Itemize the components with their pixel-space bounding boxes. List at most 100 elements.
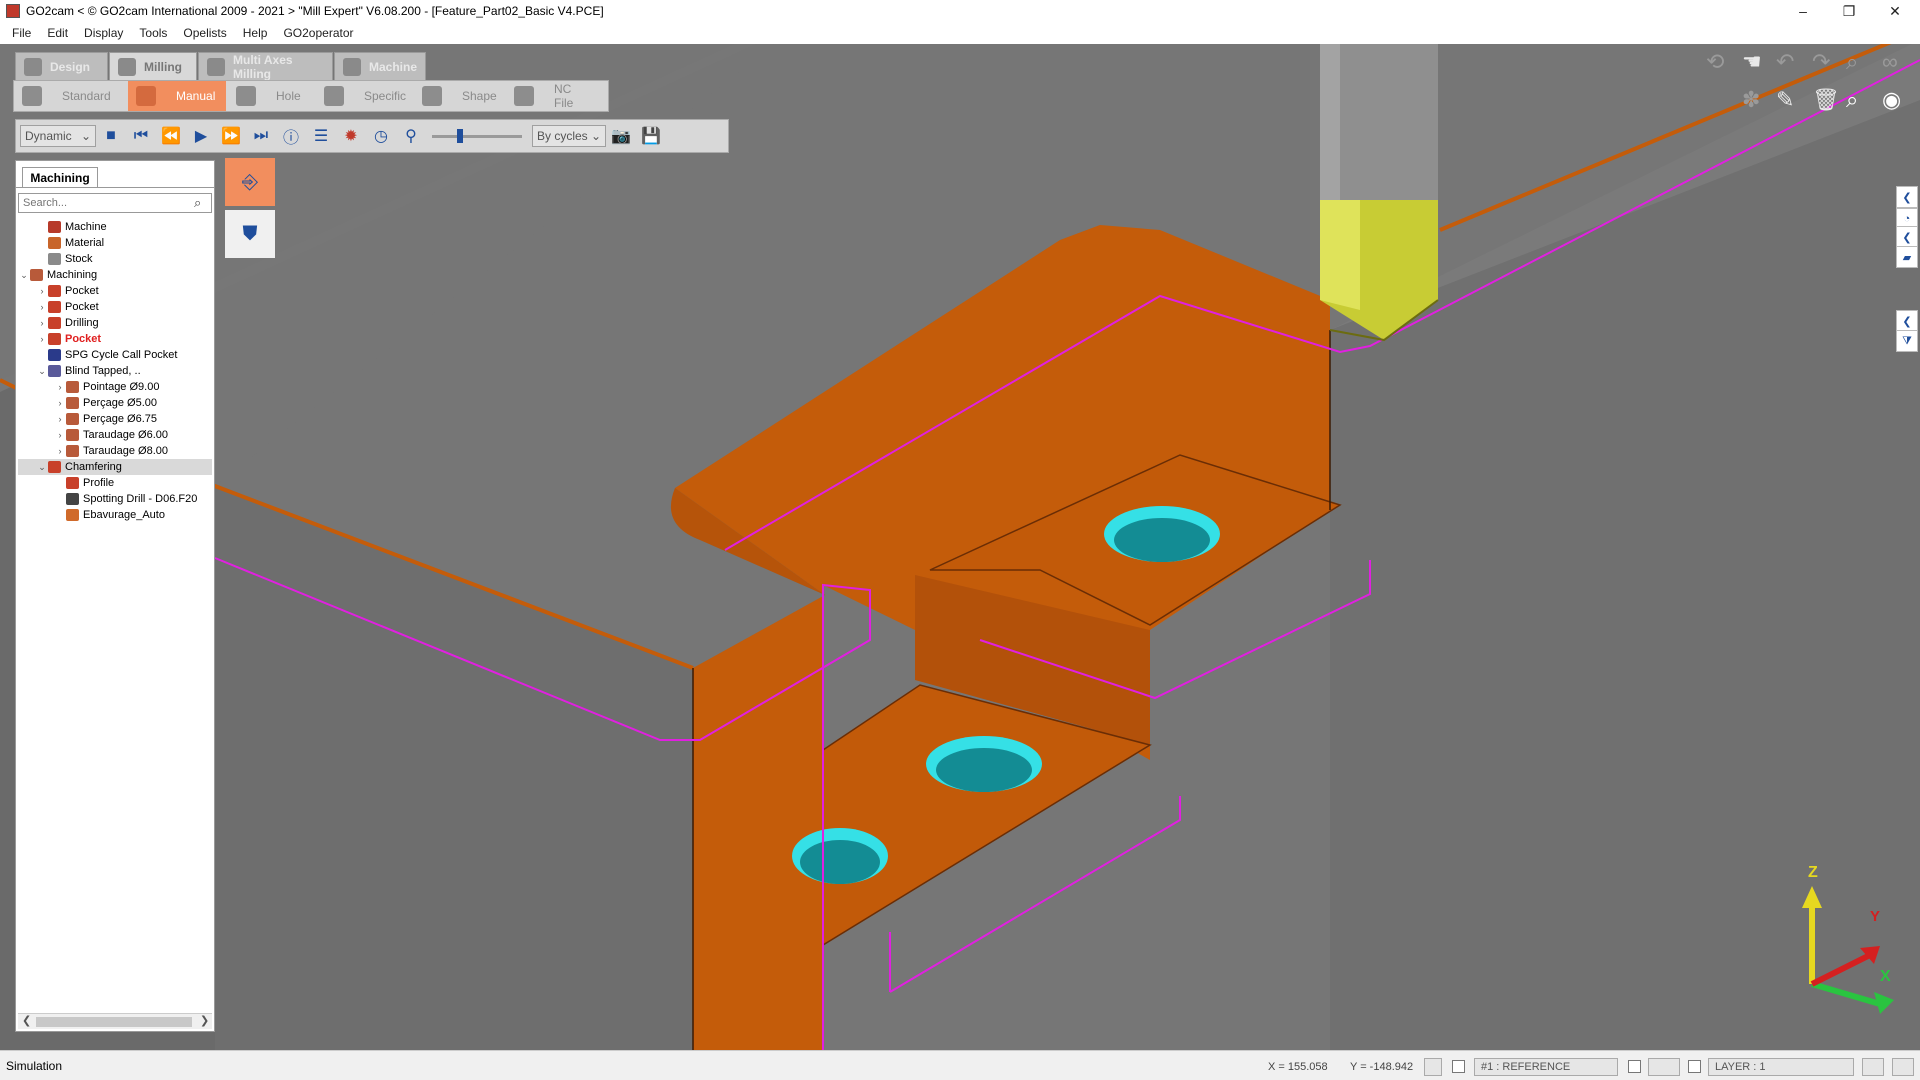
collapse-arrow-icon[interactable]: ❮ bbox=[1896, 186, 1918, 208]
glasses-icon[interactable]: ∞ bbox=[1882, 49, 1898, 75]
help-icon[interactable] bbox=[1892, 1058, 1914, 1076]
tree-item[interactable]: › Drilling bbox=[18, 315, 212, 331]
info-icon[interactable]: ⓘ bbox=[278, 123, 304, 149]
menu-help[interactable]: Help bbox=[235, 26, 276, 40]
tree-item[interactable]: Spotting Drill - D06.F20 bbox=[18, 491, 212, 507]
tab-multi-axes-milling[interactable]: Multi Axes Milling bbox=[198, 52, 333, 81]
chevron-down-icon[interactable]: ⌄ bbox=[36, 462, 48, 473]
display-mode-icon[interactable]: ✽ bbox=[1742, 87, 1760, 113]
mode-select[interactable]: Dynamic ⌄ bbox=[20, 125, 96, 147]
menu-opelists[interactable]: Opelists bbox=[175, 26, 234, 40]
subtab-specific[interactable]: Specific bbox=[316, 81, 412, 111]
trash-icon[interactable]: 🗑 bbox=[1812, 87, 1840, 113]
simulation-mode-button[interactable]: ⎆ bbox=[225, 158, 275, 206]
fast-forward-icon[interactable]: ⏩ bbox=[218, 123, 244, 149]
tab-milling[interactable]: Milling bbox=[109, 52, 197, 80]
stock-view-icon[interactable]: ▰ bbox=[1896, 246, 1918, 268]
tree-item[interactable]: Machine bbox=[18, 219, 212, 235]
tab-machining[interactable]: Machining bbox=[22, 167, 98, 187]
scroll-right-icon[interactable]: ❯ bbox=[200, 1014, 209, 1027]
horizontal-scrollbar[interactable]: ❮ ❯ bbox=[18, 1013, 212, 1029]
subtab-manual[interactable]: Manual bbox=[128, 81, 226, 111]
stop-icon[interactable]: ■ bbox=[98, 123, 124, 149]
grid-icon[interactable] bbox=[1424, 1058, 1442, 1076]
tab-design[interactable]: Design bbox=[15, 52, 108, 80]
speed-slider-thumb[interactable] bbox=[457, 129, 464, 143]
menu-tools[interactable]: Tools bbox=[131, 26, 175, 40]
tree-item[interactable]: Profile bbox=[18, 475, 212, 491]
zoom-icon[interactable]: ⌕ bbox=[1846, 49, 1858, 75]
tree-item[interactable]: › Perçage Ø5.00 bbox=[18, 395, 212, 411]
tree-item[interactable]: Material bbox=[18, 235, 212, 251]
reference-select[interactable]: #1 : REFERENCE bbox=[1474, 1058, 1618, 1076]
chevron-right-icon[interactable]: › bbox=[36, 318, 48, 328]
play-icon[interactable]: ▶ bbox=[188, 123, 214, 149]
tree-item[interactable]: › Perçage Ø6.75 bbox=[18, 411, 212, 427]
eye-icon[interactable]: ◉ bbox=[1882, 87, 1901, 113]
subtab-shape[interactable]: Shape bbox=[414, 81, 504, 111]
first-icon[interactable]: ⏮ bbox=[128, 123, 154, 149]
tree-item[interactable]: › Pocket bbox=[18, 299, 212, 315]
chevron-right-icon[interactable]: › bbox=[36, 334, 48, 344]
last-icon[interactable]: ⏭ bbox=[248, 123, 274, 149]
measure-icon[interactable]: ⚲ bbox=[398, 123, 424, 149]
grid-checkbox[interactable] bbox=[1452, 1060, 1465, 1073]
color-select[interactable] bbox=[1648, 1058, 1680, 1076]
tree-item[interactable]: › Pointage Ø9.00 bbox=[18, 379, 212, 395]
filter-icon[interactable]: ⧩ bbox=[1896, 330, 1918, 352]
restore-button[interactable]: ❐ bbox=[1826, 0, 1872, 22]
tree-item[interactable]: › Pocket bbox=[18, 283, 212, 299]
tool-collision-icon[interactable]: ✹ bbox=[338, 123, 364, 149]
layer-select[interactable]: LAYER : 1 bbox=[1708, 1058, 1854, 1076]
undo-view-icon[interactable]: ↶ bbox=[1776, 49, 1794, 75]
collapse-arrow-icon[interactable]: ❮ bbox=[1896, 226, 1918, 248]
subtab-nc-file[interactable]: NC File bbox=[506, 81, 606, 111]
search-icon[interactable]: ⌕ bbox=[194, 195, 201, 211]
tree-item[interactable]: ⌄ Machining bbox=[18, 267, 212, 283]
tree-item[interactable]: SPG Cycle Call Pocket bbox=[18, 347, 212, 363]
3d-viewport[interactable]: Z Y X ⟲ ☚ ↶ ↷ ⌕ ∞ ✽ ✎ 🗑 ⌕ ◉ ❮ ◔ ❮ ▰ ❮ ⧩ bbox=[0, 44, 1920, 1050]
chevron-right-icon[interactable]: › bbox=[36, 286, 48, 296]
eraser-icon[interactable]: ✎ bbox=[1776, 87, 1794, 113]
subtab-hole[interactable]: Hole bbox=[228, 81, 314, 111]
subtab-standard[interactable]: Standard bbox=[14, 81, 126, 111]
scrollbar-thumb[interactable] bbox=[36, 1017, 192, 1027]
pan-icon[interactable]: ☚ bbox=[1742, 49, 1762, 75]
rewind-icon[interactable]: ⏪ bbox=[158, 123, 184, 149]
save-icon[interactable]: 💾 bbox=[638, 123, 664, 149]
rotate-icon[interactable]: ⟲ bbox=[1706, 49, 1724, 75]
menu-go2operator[interactable]: GO2operator bbox=[275, 26, 361, 40]
search-input[interactable] bbox=[18, 193, 212, 213]
menu-edit[interactable]: Edit bbox=[39, 26, 76, 40]
collapse-arrow-icon[interactable]: ❮ bbox=[1896, 310, 1918, 332]
operation-button[interactable]: ⛊ bbox=[225, 210, 275, 258]
chevron-right-icon[interactable]: › bbox=[36, 302, 48, 312]
minimize-button[interactable]: – bbox=[1780, 0, 1826, 22]
cycle-select[interactable]: By cycles ⌄ bbox=[532, 125, 606, 147]
clock-icon[interactable]: ◷ bbox=[368, 123, 394, 149]
tab-machine[interactable]: Machine bbox=[334, 52, 426, 80]
redo-view-icon[interactable]: ↷ bbox=[1812, 49, 1830, 75]
chevron-down-icon[interactable]: ⌄ bbox=[36, 366, 48, 377]
camera-icon[interactable]: 📷 bbox=[608, 123, 634, 149]
chevron-right-icon[interactable]: › bbox=[54, 398, 66, 408]
menu-display[interactable]: Display bbox=[76, 26, 131, 40]
color-checkbox[interactable] bbox=[1688, 1060, 1701, 1073]
chevron-down-icon[interactable]: ⌄ bbox=[18, 270, 30, 281]
reference-checkbox[interactable] bbox=[1628, 1060, 1641, 1073]
tree-item[interactable]: › Pocket bbox=[18, 331, 212, 347]
scroll-left-icon[interactable]: ❮ bbox=[22, 1014, 31, 1027]
tree-item[interactable]: ⌄ Chamfering bbox=[18, 459, 212, 475]
tree-item[interactable]: Ebavurage_Auto bbox=[18, 507, 212, 523]
tree-item[interactable]: › Taraudage Ø8.00 bbox=[18, 443, 212, 459]
chevron-right-icon[interactable]: › bbox=[54, 430, 66, 440]
settings-sliders-icon[interactable]: ☰ bbox=[308, 123, 334, 149]
speed-slider[interactable] bbox=[432, 125, 522, 147]
close-button[interactable]: ✕ bbox=[1872, 0, 1918, 22]
zoom-fit-icon[interactable]: ⌕ bbox=[1846, 87, 1858, 113]
print-icon[interactable] bbox=[1862, 1058, 1884, 1076]
tree-item[interactable]: Stock bbox=[18, 251, 212, 267]
chevron-right-icon[interactable]: › bbox=[54, 446, 66, 456]
tree-item[interactable]: ⌄ Blind Tapped, .. bbox=[18, 363, 212, 379]
menu-file[interactable]: File bbox=[4, 26, 39, 40]
